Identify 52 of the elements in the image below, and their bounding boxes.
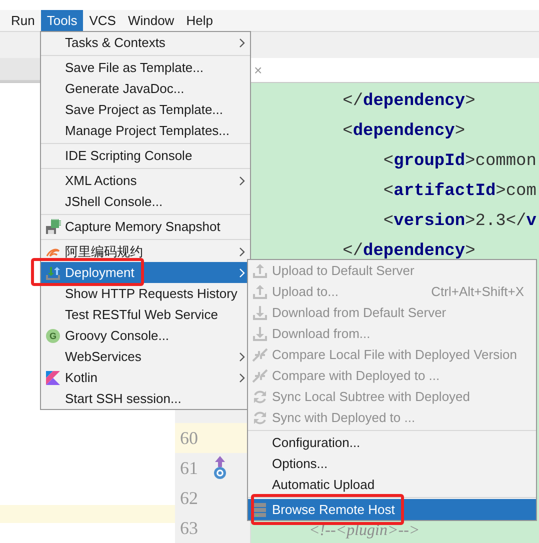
kotlin-icon [45, 370, 61, 386]
menu-title[interactable]: VCS [83, 10, 122, 31]
deploy-icon [45, 264, 61, 280]
line-number: 61 [180, 458, 198, 478]
menu-item[interactable]: Configuration... [248, 432, 536, 453]
menu-item[interactable]: Start SSH session... [41, 388, 250, 409]
menu-item[interactable]: G Groovy Console... [41, 325, 250, 346]
menu-title[interactable]: Window [122, 10, 180, 31]
menu-item[interactable]: Automatic Upload [248, 474, 536, 495]
menu-item[interactable]: 阿里编码规约 [41, 241, 250, 262]
menu-item[interactable]: Manage Project Templates... [41, 120, 250, 141]
line-number: 60 [180, 428, 198, 448]
line-number: 62 [180, 488, 198, 508]
menu-item[interactable]: Tasks & Contexts [41, 32, 250, 53]
sync-icon [252, 410, 268, 426]
menu-title[interactable]: Help [180, 10, 219, 31]
menu-item[interactable]: Options... [248, 453, 536, 474]
download-icon [252, 304, 268, 320]
menu-item[interactable]: Kotlin [41, 367, 250, 388]
menu-item[interactable]: Show HTTP Requests History [41, 283, 250, 304]
chip-icon [45, 218, 61, 234]
upload-icon [252, 262, 268, 278]
menu-item[interactable]: Deployment [41, 262, 250, 283]
download-icon [252, 326, 268, 342]
code-line: <dependency> [342, 122, 466, 140]
menu-item[interactable]: XML Actions [41, 170, 250, 191]
code-comment: <!--<plugin>--> [308, 522, 420, 540]
code-line: </dependency> [342, 92, 476, 110]
shortcut-label: Ctrl+Alt+Shift+X [431, 284, 524, 299]
server-icon [252, 502, 268, 518]
menu-item[interactable]: Generate JavaDoc... [41, 78, 250, 99]
code-line: <groupId>common [382, 152, 536, 170]
code-line: </dependency> [342, 242, 476, 260]
code-line: <version>2.3</v [382, 212, 536, 230]
menu-item[interactable]: Test RESTful Web Service [41, 304, 250, 325]
code-line: <artifactId>com [382, 182, 536, 200]
arrow-circle-icon[interactable] [212, 456, 228, 480]
menu-item[interactable]: Save Project as Template... [41, 99, 250, 120]
upload-icon [252, 284, 268, 300]
sync-icon [252, 388, 268, 404]
menu-item[interactable]: Save File as Template... [41, 57, 250, 78]
menu-title[interactable]: Tools [40, 10, 84, 31]
menu-item[interactable]: Browse Remote Host [248, 499, 536, 520]
compare-icon [252, 368, 268, 384]
menu-item[interactable]: WebServices [41, 346, 250, 367]
line-number: 63 [180, 518, 198, 538]
menu-item[interactable]: IDE Scripting Console [41, 145, 250, 166]
menu-title[interactable]: Run [5, 10, 41, 31]
compare-icon [252, 346, 268, 362]
menu-item[interactable]: Capture Memory Snapshot [41, 216, 250, 237]
menu-item[interactable]: JShell Console... [41, 191, 250, 212]
groovy-icon: G [46, 328, 60, 342]
